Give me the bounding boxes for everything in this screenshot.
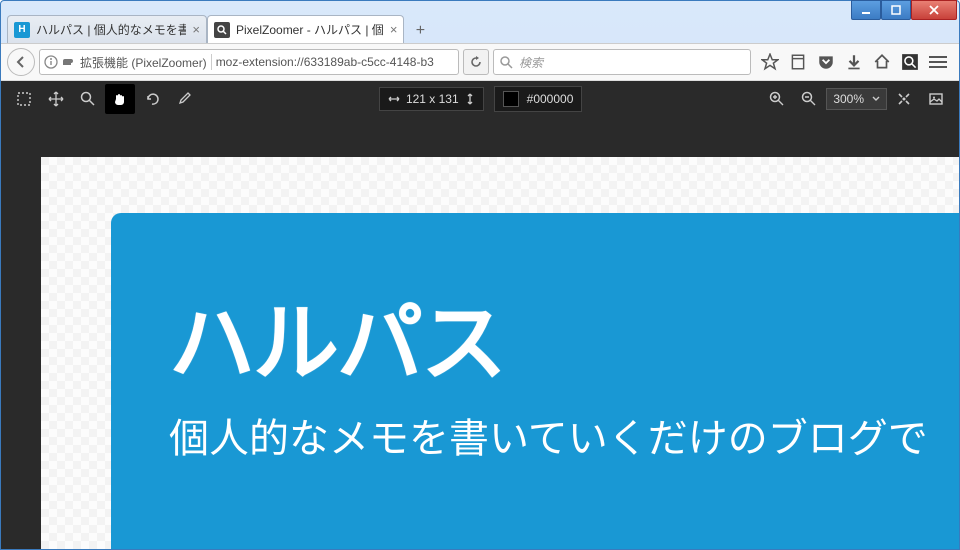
marquee-tool-icon[interactable]	[9, 84, 39, 114]
chevron-down-icon	[872, 96, 880, 102]
tab-strip: H ハルパス | 個人的なメモを書 × PixelZoomer - ハルパス |…	[1, 13, 959, 43]
tab-title: ハルパス | 個人的なメモを書	[36, 21, 186, 38]
site-subheading: 個人的なメモを書いていくだけのブログで	[169, 406, 959, 464]
browser-tab-active[interactable]: PixelZoomer - ハルパス | 個 ×	[207, 15, 404, 43]
magnifier-favicon-icon	[214, 22, 230, 38]
color-display: #000000	[494, 86, 583, 112]
zoom-in-icon[interactable]	[762, 84, 792, 114]
url-prefix-label: 拡張機能 (PixelZoomer)	[80, 54, 207, 71]
browser-tab[interactable]: H ハルパス | 個人的なメモを書 ×	[7, 15, 207, 43]
h-favicon-icon: H	[14, 22, 30, 38]
window-titlebar	[1, 1, 959, 13]
info-icon	[44, 55, 58, 69]
zoom-out-icon[interactable]	[794, 84, 824, 114]
tab-title: PixelZoomer - ハルパス | 個	[236, 21, 384, 38]
app-toolbar: 121 x 131 #000000 300%	[1, 81, 959, 117]
settings-icon[interactable]	[889, 84, 919, 114]
library-icon[interactable]	[789, 53, 807, 71]
url-bar[interactable]: 拡張機能 (PixelZoomer) moz-extension://63318…	[39, 49, 459, 75]
new-tab-button[interactable]: +	[408, 19, 432, 43]
downloads-icon[interactable]	[845, 53, 863, 71]
undo-icon[interactable]	[137, 84, 167, 114]
url-text: moz-extension://633189ab-c5cc-4148-b3	[216, 55, 434, 69]
search-box[interactable]: 検索	[493, 49, 751, 75]
bookmark-star-icon[interactable]	[761, 53, 779, 71]
color-hex-value: #000000	[527, 92, 574, 106]
eyedropper-tool-icon[interactable]	[169, 84, 199, 114]
color-swatch	[503, 91, 519, 107]
extension-icon	[62, 55, 76, 69]
canvas-viewport[interactable]: ハルパス 個人的なメモを書いていくだけのブログで	[1, 117, 959, 549]
zoomed-page: ハルパス 個人的なメモを書いていくだけのブログで	[41, 157, 959, 549]
reload-button[interactable]	[463, 49, 489, 75]
image-icon[interactable]	[921, 84, 951, 114]
vertical-arrows-icon	[465, 93, 475, 105]
pixelzoomer-icon[interactable]	[901, 53, 919, 71]
dimensions-value: 121 x 131	[406, 92, 459, 106]
site-heading: ハルパス	[169, 273, 959, 398]
back-button[interactable]	[7, 48, 35, 76]
menu-button[interactable]	[929, 53, 947, 71]
tab-close-icon[interactable]: ×	[192, 22, 200, 37]
zoom-level-select[interactable]: 300%	[826, 88, 887, 110]
zoom-value: 300%	[833, 92, 864, 106]
site-banner: ハルパス 個人的なメモを書いていくだけのブログで	[111, 213, 959, 549]
home-icon[interactable]	[873, 53, 891, 71]
move-tool-icon[interactable]	[41, 84, 71, 114]
search-icon	[500, 56, 513, 69]
dimensions-display: 121 x 131	[379, 87, 484, 111]
pocket-icon[interactable]	[817, 53, 835, 71]
tab-close-icon[interactable]: ×	[390, 22, 398, 37]
zoom-tool-icon[interactable]	[73, 84, 103, 114]
nav-bar: 拡張機能 (PixelZoomer) moz-extension://63318…	[1, 43, 959, 81]
horizontal-arrows-icon	[388, 94, 400, 104]
search-placeholder: 検索	[519, 54, 543, 71]
hand-tool-icon[interactable]	[105, 84, 135, 114]
